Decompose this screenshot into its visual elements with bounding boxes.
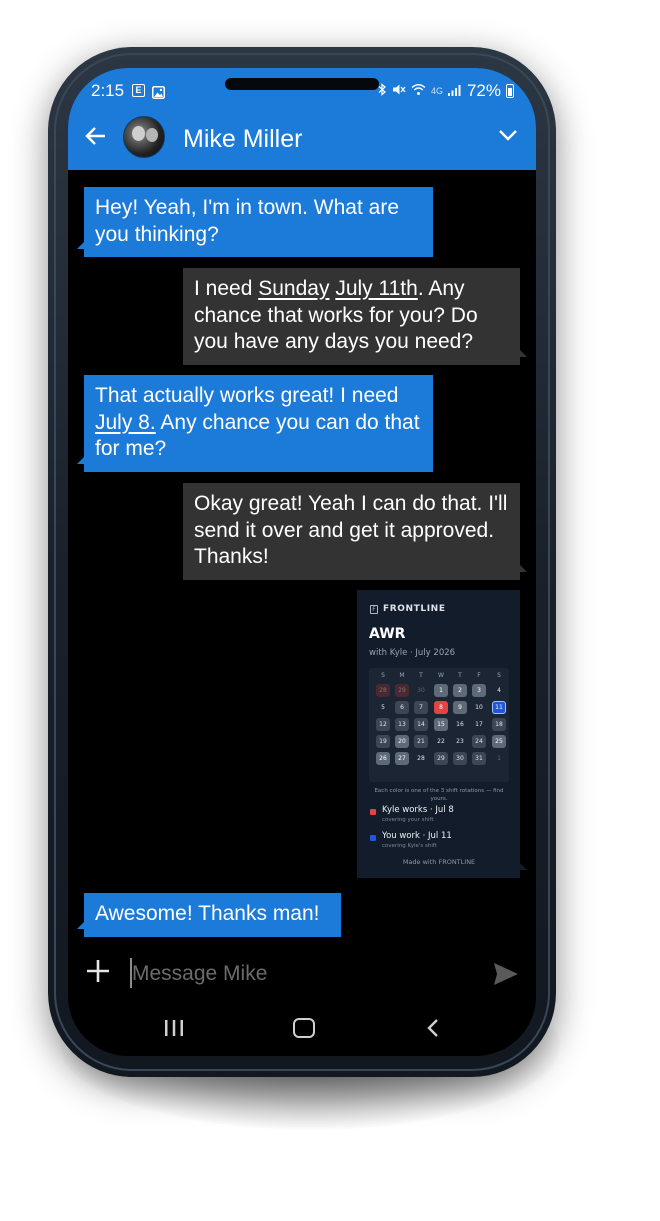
legend-label: You work · Jul 11 (382, 831, 452, 841)
contact-name[interactable]: Mike Miller (183, 125, 302, 154)
weekday-label: T (419, 672, 423, 679)
calendar-day: 1 (434, 684, 448, 697)
avatar-face (132, 126, 145, 141)
contact-avatar[interactable] (123, 116, 165, 158)
weekday-label: W (438, 672, 444, 679)
message-text: I need (194, 277, 259, 300)
calendar-day: 19 (376, 735, 390, 748)
weekday-label: S (381, 672, 385, 679)
calendar-day: 30 (453, 752, 467, 765)
legend-swatch-blue (370, 835, 376, 841)
card-brand: F FRONTLINE (370, 604, 446, 614)
calendar-day: 4 (497, 687, 501, 694)
message-bubble-outgoing[interactable]: I need Sunday July 11th. Any chance that… (183, 268, 527, 365)
calendar-day: 12 (376, 718, 390, 731)
calendar-day: 28 (376, 684, 390, 697)
message-bubble-incoming[interactable]: That actually works great! I need July 8.… (77, 375, 433, 472)
calendar-day: 29 (395, 684, 409, 697)
legend-sublabel: covering Kyle's shift (382, 843, 437, 849)
calendar-day: 27 (395, 752, 409, 765)
signal-icon (447, 84, 462, 99)
card-footer: Made with FRONTLINE (402, 858, 476, 866)
calendar-day: 9 (453, 701, 467, 714)
send-icon[interactable] (492, 960, 520, 988)
conversation-header: 2:15 E 4G 72% Mike Miller (68, 68, 536, 170)
calendar-day: 10 (475, 704, 483, 711)
message-bubble-incoming[interactable]: Awesome! Thanks man! (77, 893, 341, 937)
calendar-day: 29 (434, 752, 448, 765)
calendar-day: 18 (492, 718, 506, 731)
calendar-day: 3 (472, 684, 486, 697)
message-text: Awesome! Thanks man! (95, 902, 320, 925)
calendar-day: 30 (417, 687, 425, 694)
weekday-label: F (477, 672, 481, 679)
date-link[interactable]: July 11th (335, 277, 418, 300)
home-icon[interactable] (293, 1018, 315, 1038)
date-link[interactable]: July 8. (95, 411, 156, 434)
frontline-logo-icon: F (370, 604, 378, 614)
message-bubble-incoming[interactable]: Hey! Yeah, I'm in town. What are you thi… (77, 187, 433, 257)
system-nav-bar (68, 1008, 536, 1048)
status-bar: 2:15 E 4G 72% (68, 68, 536, 114)
calendar-day: 24 (472, 735, 486, 748)
legend-sublabel: covering your shift (382, 817, 434, 823)
calendar-day: 1 (497, 755, 501, 762)
bluetooth-icon (378, 83, 387, 99)
message-text: That actually works great! I need (95, 384, 399, 407)
calendar-day: 21 (414, 735, 428, 748)
brand-name: FRONTLINE (383, 604, 446, 614)
message-text: Okay great! Yeah I can do that. I'll sen… (194, 492, 508, 568)
calendar-day: 5 (381, 704, 385, 711)
chevron-down-icon[interactable] (498, 128, 518, 142)
legend-label: Kyle works · Jul 8 (382, 805, 454, 815)
calendar-day: 2 (453, 684, 467, 697)
back-arrow-icon[interactable] (84, 124, 108, 148)
recents-icon[interactable] (163, 1020, 185, 1036)
calendar-day: 15 (434, 718, 448, 731)
plus-icon[interactable] (86, 959, 110, 983)
weekday-label: S (497, 672, 501, 679)
message-text: Hey! Yeah, I'm in town. What are you thi… (95, 196, 399, 246)
image-notification-icon (152, 84, 165, 99)
calendar-day: 7 (414, 701, 428, 714)
avatar-face (146, 128, 158, 142)
calendar-day: 16 (456, 721, 464, 728)
calendar-day: 26 (376, 752, 390, 765)
message-bubble-outgoing[interactable]: Okay great! Yeah I can do that. I'll sen… (183, 483, 527, 580)
calendar-day: 25 (492, 735, 506, 748)
card-note: Each color is one of the 3 shift rotatio… (374, 788, 504, 802)
calendar-day: 20 (395, 735, 409, 748)
calendar-day-kyle-works: 8 (434, 701, 448, 714)
weekday-label: T (458, 672, 462, 679)
mute-icon (392, 83, 406, 99)
calendar-day: 31 (472, 752, 486, 765)
battery-icon (506, 84, 514, 98)
status-icons: 4G 72% (378, 81, 514, 101)
status-time: 2:15 (91, 81, 125, 100)
date-link[interactable]: Sunday (258, 277, 329, 300)
calendar-day: 23 (456, 738, 464, 745)
back-chevron-icon[interactable] (426, 1018, 440, 1038)
card-subtitle: with Kyle · July 2026 (369, 648, 456, 658)
message-input[interactable] (132, 960, 462, 988)
wifi-icon (411, 83, 426, 99)
network-type: 4G (430, 86, 443, 96)
calendar-day: 6 (395, 701, 409, 714)
calendar-day-you-work: 11 (492, 701, 506, 714)
calendar-day: 17 (475, 721, 483, 728)
card-title: AWR (369, 626, 406, 642)
battery-percent: 72% (466, 81, 501, 100)
phone-screen: 2:15 E 4G 72% Mike Miller Hey! Yeah, I'm… (68, 68, 536, 1056)
calendar-day: 13 (395, 718, 409, 731)
calendar-day: 22 (437, 738, 445, 745)
notification-e-icon: E (132, 84, 145, 97)
legend-swatch-red (370, 809, 376, 815)
weekday-label: M (399, 672, 405, 679)
shared-calendar-card[interactable]: F FRONTLINE AWR with Kyle · July 2026 S … (357, 590, 527, 878)
camera-notch (225, 78, 379, 90)
calendar-day: 28 (417, 755, 425, 762)
calendar-day: 14 (414, 718, 428, 731)
